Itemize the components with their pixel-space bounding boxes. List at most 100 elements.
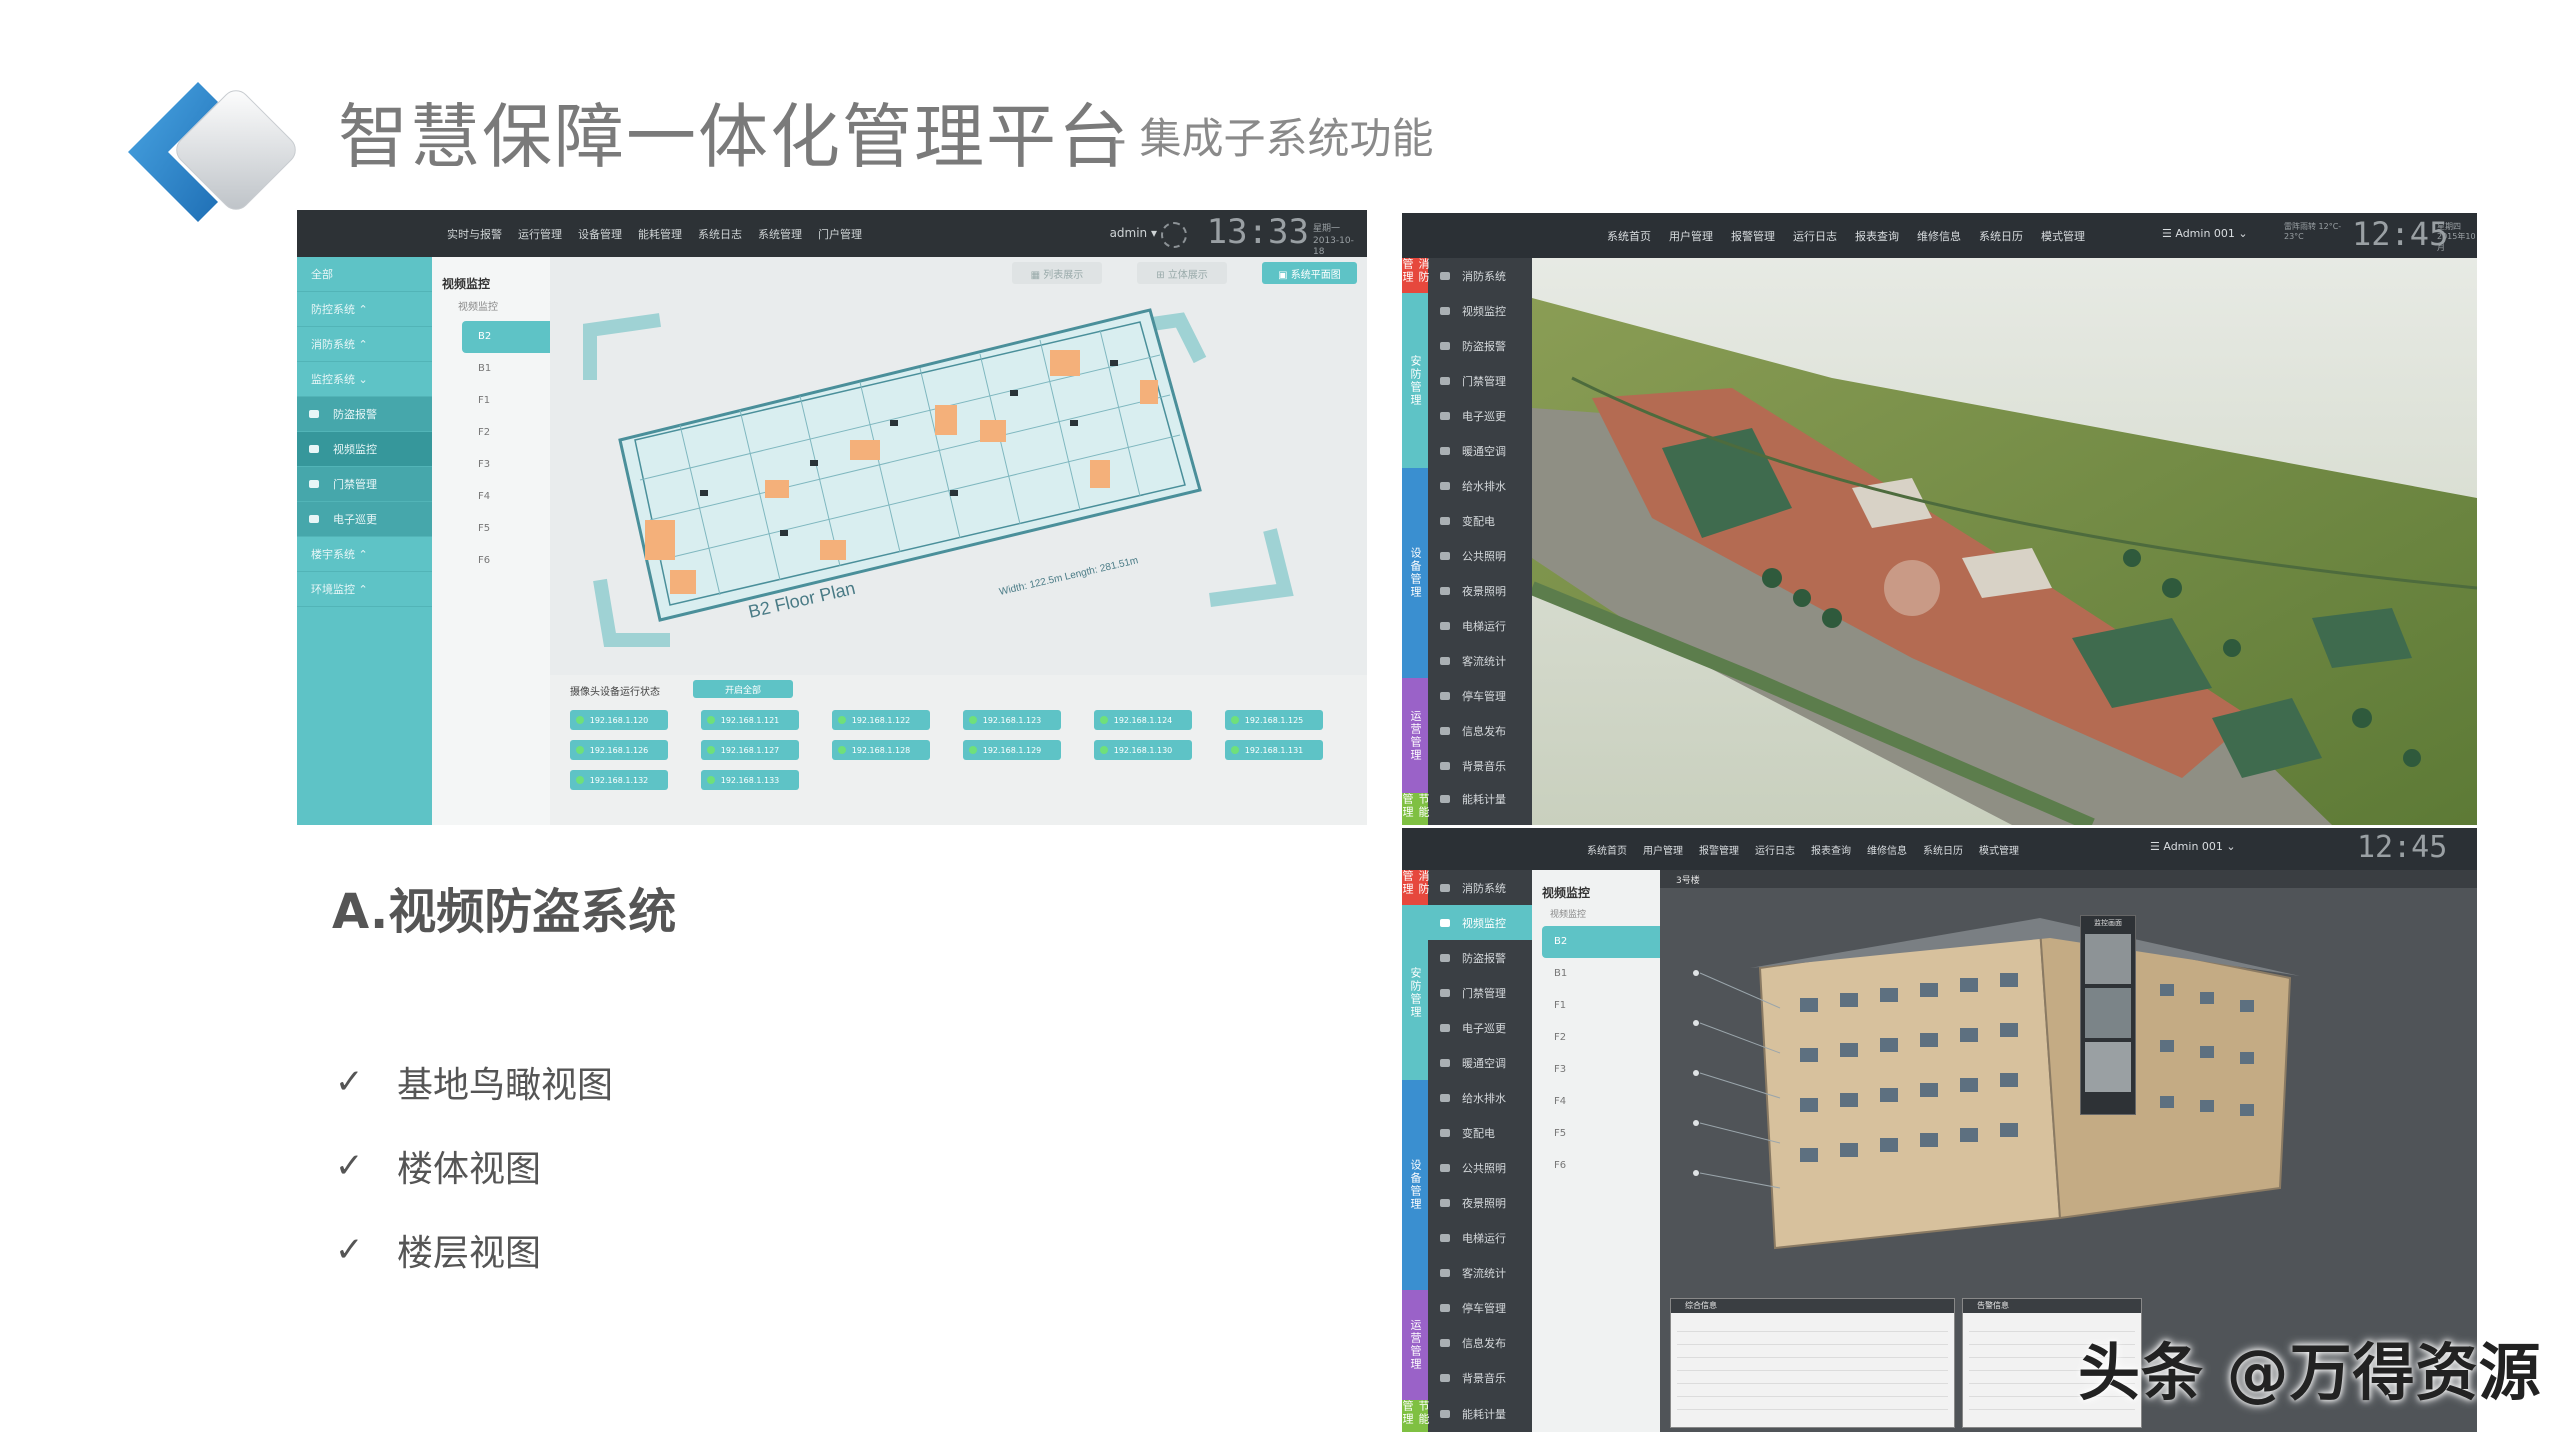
camera-thumbnail[interactable] (2085, 988, 2131, 1038)
category-tab[interactable]: 安防管理 (1402, 905, 1428, 1080)
camera-chip[interactable]: 192.168.1.126 (570, 740, 668, 760)
menu-item[interactable]: 报警管理 (1699, 842, 1739, 857)
sidebar-item[interactable]: 变配电 (1428, 1115, 1532, 1150)
menu-item[interactable]: 系统首页 (1607, 228, 1651, 244)
camera-chip[interactable]: 192.168.1.133 (701, 770, 799, 790)
menu-item[interactable]: 报表查询 (1855, 228, 1899, 244)
sidebar-item[interactable]: 给水排水 (1428, 468, 1532, 503)
camera-chip[interactable]: 192.168.1.123 (963, 710, 1061, 730)
sidebar-item[interactable]: 监控系统 ⌄ (297, 362, 432, 397)
menu-item[interactable]: 维修信息 (1917, 228, 1961, 244)
building-model[interactable] (1660, 888, 2477, 1288)
sidebar-item[interactable]: 全部 (297, 257, 432, 292)
menu-item[interactable]: 系统日志 (698, 226, 742, 242)
category-tab[interactable]: 消防管理 (1402, 258, 1430, 293)
menu-item[interactable]: 用户管理 (1643, 842, 1683, 857)
floor-option[interactable]: F6 (432, 545, 550, 577)
sidebar-item[interactable]: 背景音乐 (1428, 748, 1532, 783)
camera-thumbnail[interactable] (2085, 934, 2131, 984)
floor-option[interactable]: F1 (1532, 990, 1660, 1022)
sidebar-item[interactable]: 停车管理 (1428, 1290, 1532, 1325)
sidebar-item[interactable]: 信息发布 (1428, 713, 1532, 748)
aerial-map[interactable] (1532, 258, 2477, 825)
menu-item[interactable]: 门户管理 (818, 226, 862, 242)
floor-option[interactable]: F5 (432, 513, 550, 545)
menu-item[interactable]: 运行管理 (518, 226, 562, 242)
sidebar-item[interactable]: 公共照明 (1428, 1150, 1532, 1185)
camera-chip[interactable]: 192.168.1.125 (1225, 710, 1323, 730)
menu-item[interactable]: 设备管理 (578, 226, 622, 242)
sidebar-item[interactable]: 电梯运行 (1428, 1220, 1532, 1255)
camera-chip[interactable]: 192.168.1.124 (1094, 710, 1192, 730)
menu-item[interactable]: 系统首页 (1587, 842, 1627, 857)
floor-option[interactable]: B1 (432, 353, 550, 385)
camera-chip[interactable]: 192.168.1.122 (832, 710, 930, 730)
camera-chip[interactable]: 192.168.1.128 (832, 740, 930, 760)
sidebar-item[interactable]: 暖通空调 (1428, 1045, 1532, 1080)
sidebar-item[interactable]: 能耗计量 (1428, 1395, 1532, 1432)
sidebar-item[interactable]: 环境监控 ⌃ (297, 572, 432, 607)
sidebar-item[interactable]: 电子巡更 (1428, 1010, 1532, 1045)
sidebar-item[interactable]: 信息发布 (1428, 1325, 1532, 1360)
sidebar-subitem[interactable]: 防盗报警 (297, 397, 432, 432)
sidebar-item[interactable]: 消防系统 ⌃ (297, 327, 432, 362)
camera-chip[interactable]: 192.168.1.121 (701, 710, 799, 730)
sidebar-item[interactable]: 防盗报警 (1428, 940, 1532, 975)
category-tab[interactable]: 运营管理 (1402, 1290, 1428, 1400)
sidebar-subitem-active[interactable]: 视频监控 (297, 432, 432, 467)
menu-item[interactable]: 维修信息 (1867, 842, 1907, 857)
sidebar-item[interactable]: 夜景照明 (1428, 1185, 1532, 1220)
category-tab[interactable]: 设备管理 (1402, 468, 1428, 678)
floor-option[interactable]: F3 (432, 449, 550, 481)
sidebar-item[interactable]: 电子巡更 (1428, 398, 1532, 433)
sidebar-subitem[interactable]: 电子巡更 (297, 502, 432, 537)
camera-chip[interactable]: 192.168.1.131 (1225, 740, 1323, 760)
camera-thumbnail[interactable] (2085, 1042, 2131, 1092)
category-tab[interactable]: 节能管理 (1402, 1400, 1430, 1432)
sidebar-item[interactable]: 变配电 (1428, 503, 1532, 538)
menu-item[interactable]: 运行日志 (1793, 228, 1837, 244)
floor-option[interactable]: F4 (1532, 1086, 1660, 1118)
sidebar-item[interactable]: 消防系统 (1428, 870, 1532, 905)
floor-option[interactable]: B1 (1532, 958, 1660, 990)
floor-option[interactable]: F3 (1532, 1054, 1660, 1086)
sidebar-item[interactable]: 电梯运行 (1428, 608, 1532, 643)
camera-chip[interactable]: 192.168.1.127 (701, 740, 799, 760)
menu-item[interactable]: 运行日志 (1755, 842, 1795, 857)
floor-option[interactable]: F5 (1532, 1118, 1660, 1150)
sidebar-item[interactable]: 夜景照明 (1428, 573, 1532, 608)
camera-chip[interactable]: 192.168.1.130 (1094, 740, 1192, 760)
sidebar-item[interactable]: 楼宇系统 ⌃ (297, 537, 432, 572)
camera-chip[interactable]: 192.168.1.120 (570, 710, 668, 730)
floor-option[interactable]: F1 (432, 385, 550, 417)
floor-option[interactable]: F4 (432, 481, 550, 513)
sidebar-item[interactable]: 暖通空调 (1428, 433, 1532, 468)
menu-item[interactable]: 能耗管理 (638, 226, 682, 242)
category-tab[interactable]: 节能管理 (1402, 793, 1430, 825)
category-tab[interactable]: 运营管理 (1402, 678, 1428, 793)
floor-option-active[interactable]: B2 (1542, 926, 1660, 958)
category-tab[interactable]: 消防管理 (1402, 870, 1430, 905)
floor-option[interactable]: F2 (432, 417, 550, 449)
sidebar-item[interactable]: 防盗报警 (1428, 328, 1532, 363)
sidebar-item[interactable]: 消防系统 (1428, 258, 1532, 293)
sidebar-item[interactable]: 公共照明 (1428, 538, 1532, 573)
sidebar-item[interactable]: 视频监控 (1428, 293, 1532, 328)
floor-option[interactable]: F6 (1532, 1150, 1660, 1182)
sidebar-item[interactable]: 门禁管理 (1428, 975, 1532, 1010)
floor-plan-button[interactable]: ▣ 系统平面图 (1262, 262, 1357, 284)
sidebar-item[interactable]: 停车管理 (1428, 678, 1532, 713)
sidebar-item[interactable]: 能耗计量 (1428, 783, 1532, 815)
menu-item[interactable]: 系统管理 (758, 226, 802, 242)
menu-item[interactable]: 模式管理 (1979, 842, 2019, 857)
open-all-button[interactable]: 开启全部 (693, 680, 793, 698)
camera-chip[interactable]: 192.168.1.132 (570, 770, 668, 790)
floor-plan-map[interactable]: B2 Floor Plan Width: 122.5m Length: 281.… (550, 290, 1367, 670)
sidebar-item[interactable]: 背景音乐 (1428, 1360, 1532, 1395)
menu-item[interactable]: 报警管理 (1731, 228, 1775, 244)
sidebar-item[interactable]: 给水排水 (1428, 1080, 1532, 1115)
floor-option[interactable]: F2 (1532, 1022, 1660, 1054)
list-view-button[interactable]: ▦ 列表展示 (1012, 262, 1102, 284)
menu-item[interactable]: 系统日历 (1979, 228, 2023, 244)
category-tab[interactable]: 设备管理 (1402, 1080, 1428, 1290)
